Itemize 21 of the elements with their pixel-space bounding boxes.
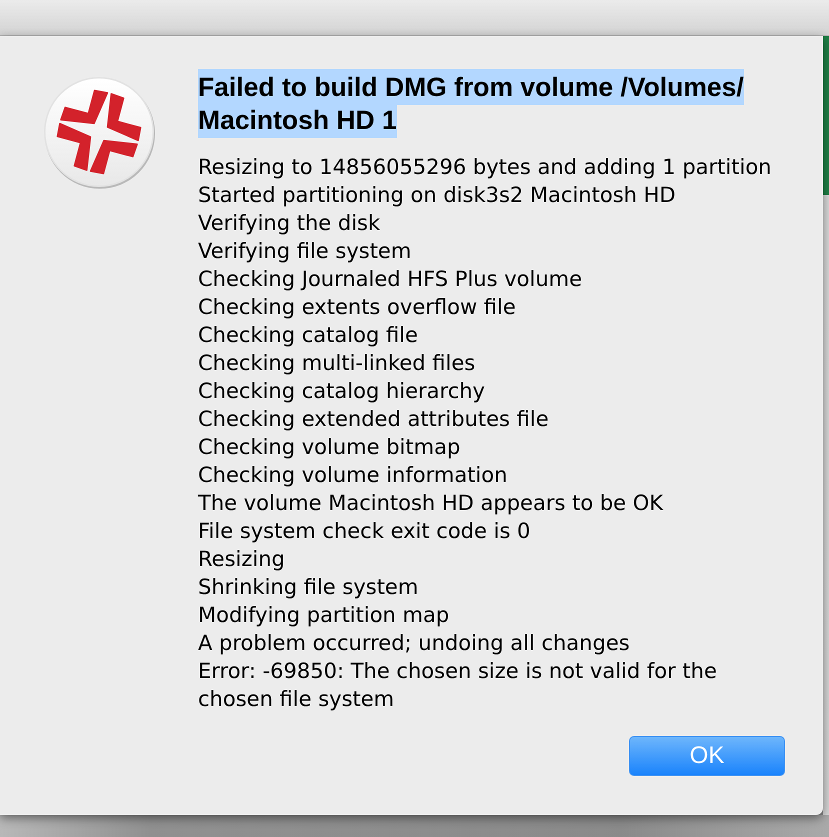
log-line: Checking extents overflow file — [198, 294, 517, 321]
log-line: The volume Macintosh HD appears to be OK — [198, 490, 664, 517]
log-line: Resizing — [198, 546, 286, 573]
log-line: Resizing to 14856055296 bytes and adding 1 partition — [198, 154, 772, 181]
log-line: Checking Journaled HFS Plus volume — [198, 266, 584, 293]
log-line: Modifying partition map — [198, 602, 450, 629]
log-line: A problem occurred; undoing all changes — [198, 630, 631, 657]
log-line: Verifying file system — [198, 238, 412, 265]
cross-emblem-icon — [42, 75, 156, 189]
log-line: Checking multi-linked files — [198, 350, 476, 377]
log-line: Checking volume information — [198, 462, 508, 489]
log-line: File system check exit code is 0 — [198, 518, 532, 545]
log-line: Checking extended attributes file — [198, 406, 550, 433]
log-line: Checking catalog hierarchy — [198, 378, 486, 405]
log-line: Error: -69850: The chosen size is not valid for the chosen file system — [198, 658, 718, 713]
ok-button[interactable]: OK — [629, 736, 785, 776]
log-line: Verifying the disk — [198, 210, 382, 237]
log-line: Shrinking file system — [198, 574, 420, 601]
log-line: Started partitioning on disk3s2 Macintosh HD — [198, 182, 677, 209]
log-line: Checking volume bitmap — [198, 434, 462, 461]
log-line: Checking catalog file — [198, 322, 419, 349]
